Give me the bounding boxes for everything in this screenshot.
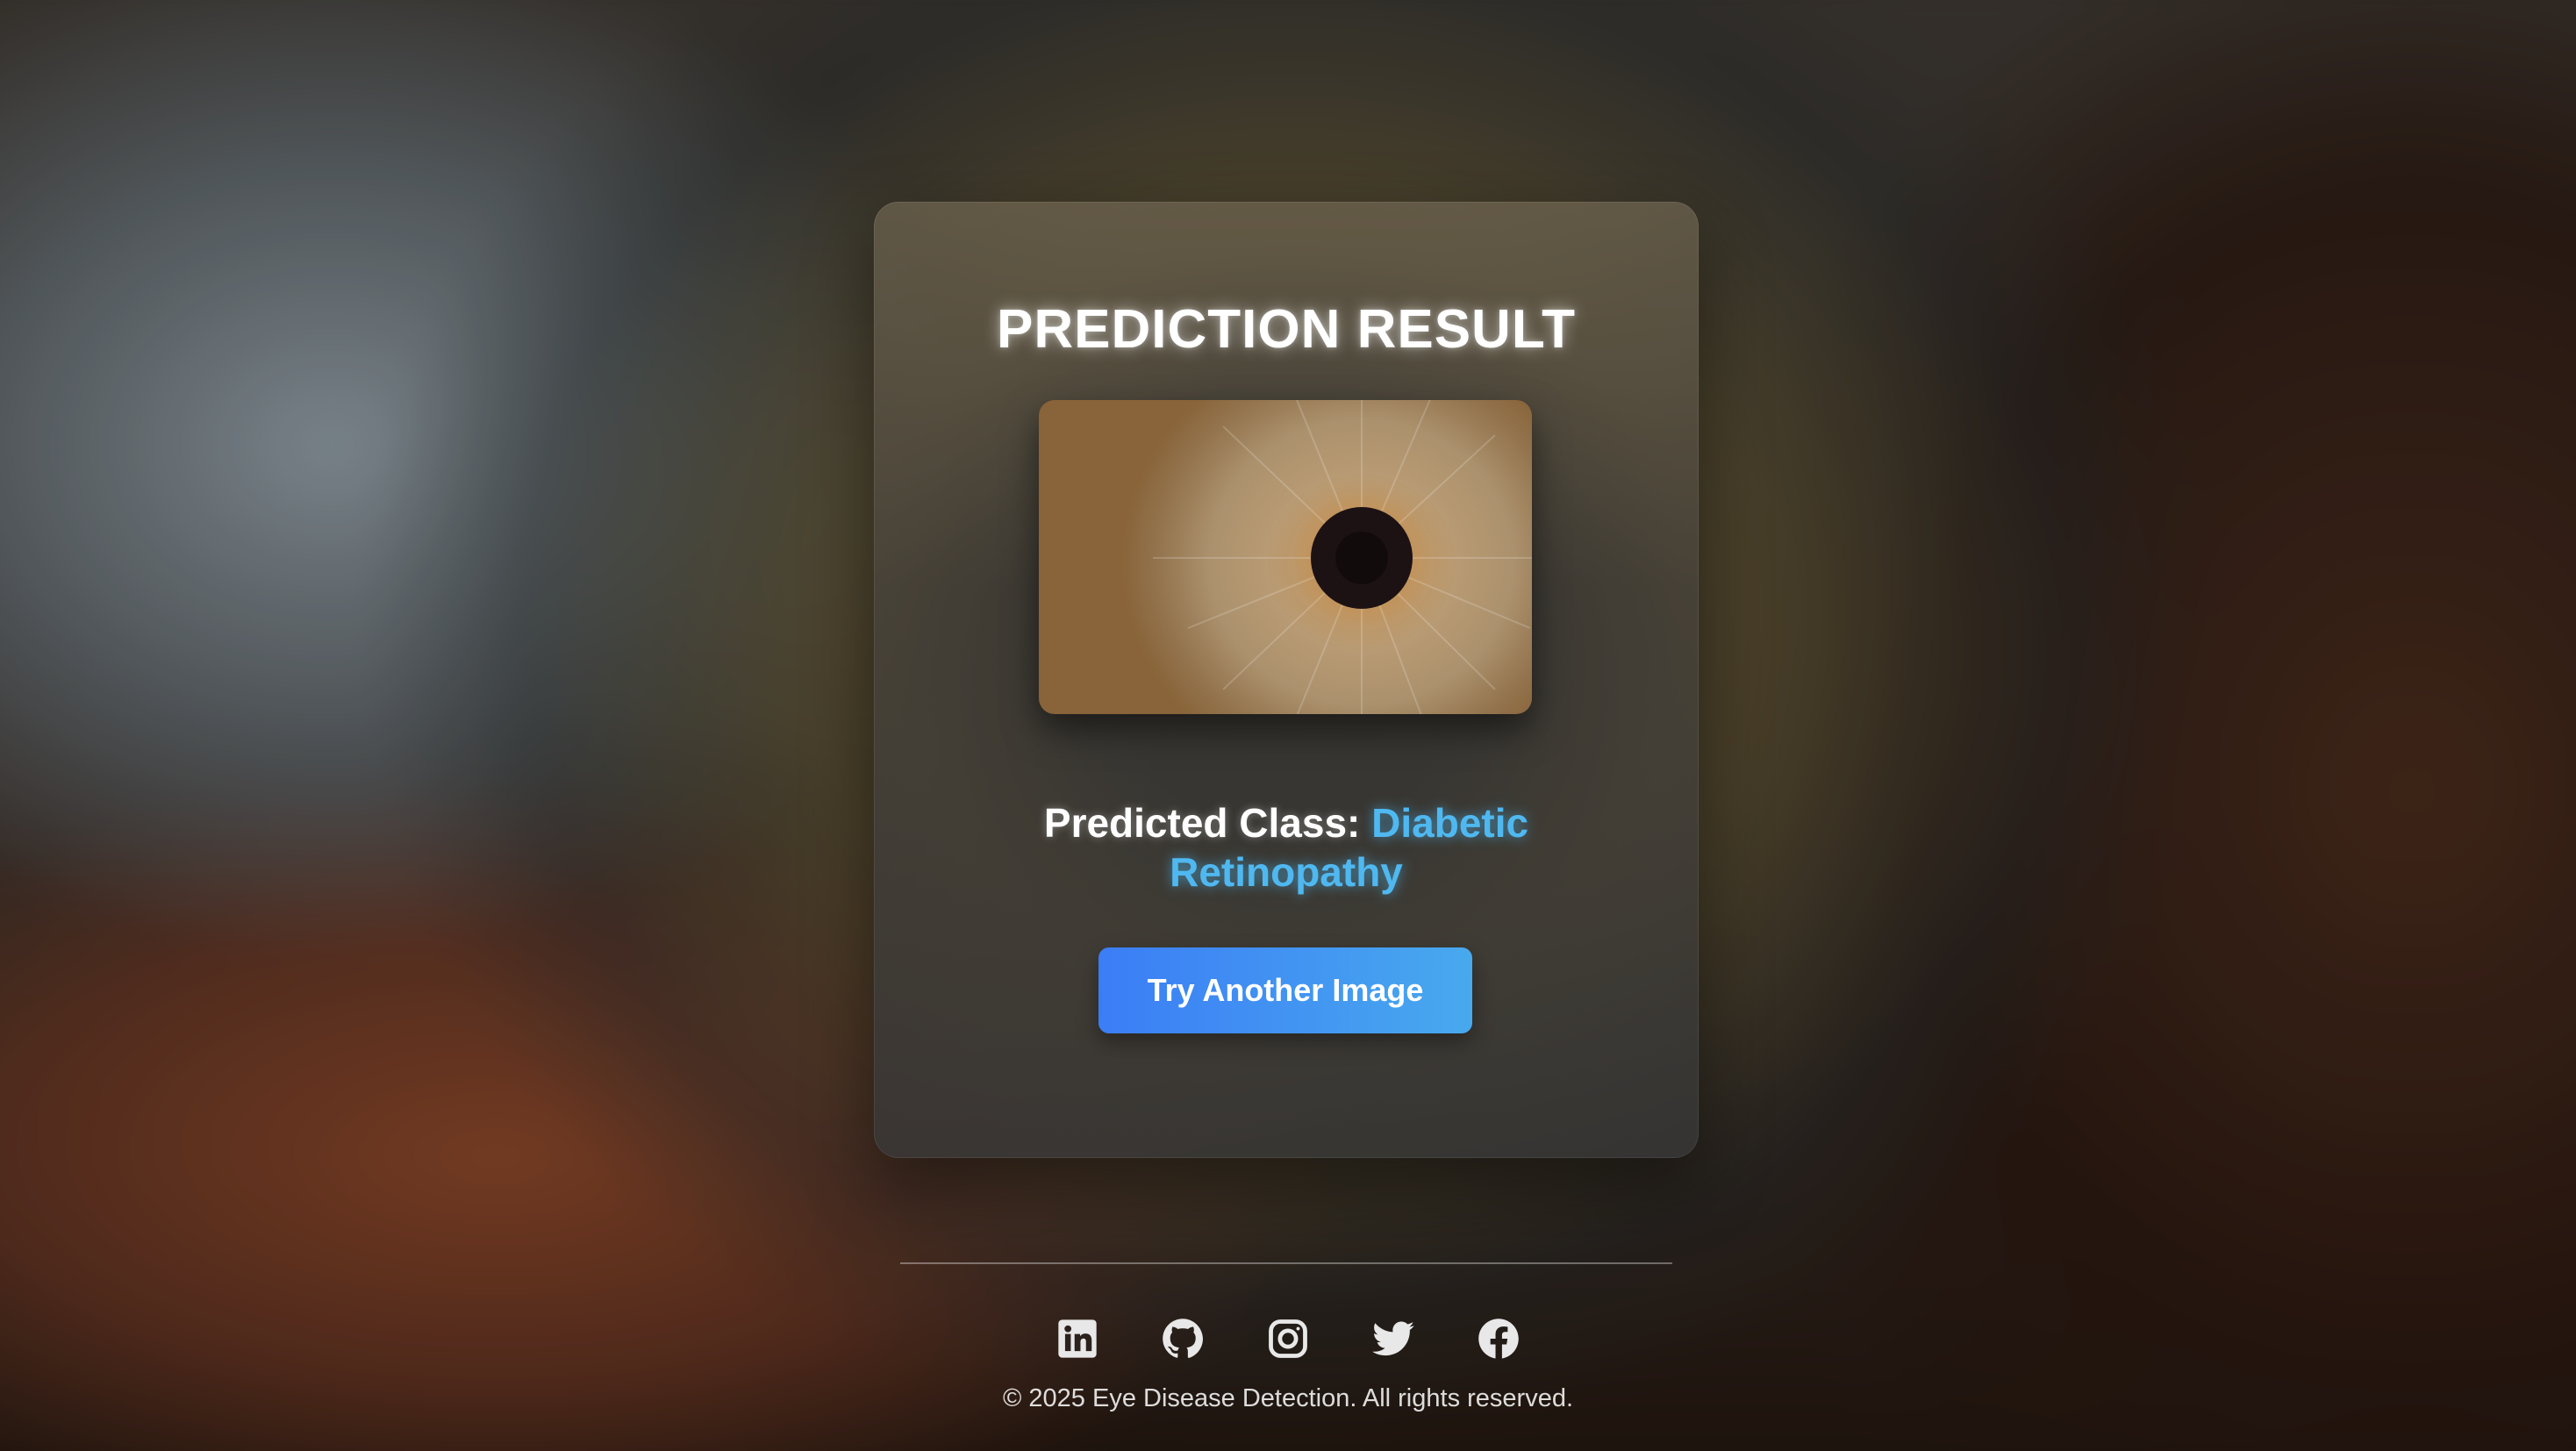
social-links	[0, 1316, 2576, 1362]
prediction-text: Predicted Class: Diabetic Retinopathy	[979, 798, 1593, 897]
predicted-class-label: Predicted Class:	[1043, 800, 1361, 846]
footer-divider	[900, 1262, 1672, 1264]
try-another-image-button[interactable]: Try Another Image	[1098, 947, 1472, 1033]
result-card: PREDICTION RESULT Predicted Class: Diabe…	[874, 202, 1699, 1158]
page-title: PREDICTION RESULT	[997, 299, 1576, 360]
uploaded-eye-image	[1039, 400, 1532, 714]
facebook-icon[interactable]	[1476, 1316, 1521, 1362]
github-icon[interactable]	[1160, 1316, 1206, 1362]
iris-texture	[1153, 400, 1532, 714]
copyright-text: © 2025 Eye Disease Detection. All rights…	[1002, 1384, 1574, 1412]
instagram-icon[interactable]	[1265, 1316, 1311, 1362]
twitter-icon[interactable]	[1370, 1316, 1416, 1362]
linkedin-icon[interactable]	[1055, 1316, 1100, 1362]
